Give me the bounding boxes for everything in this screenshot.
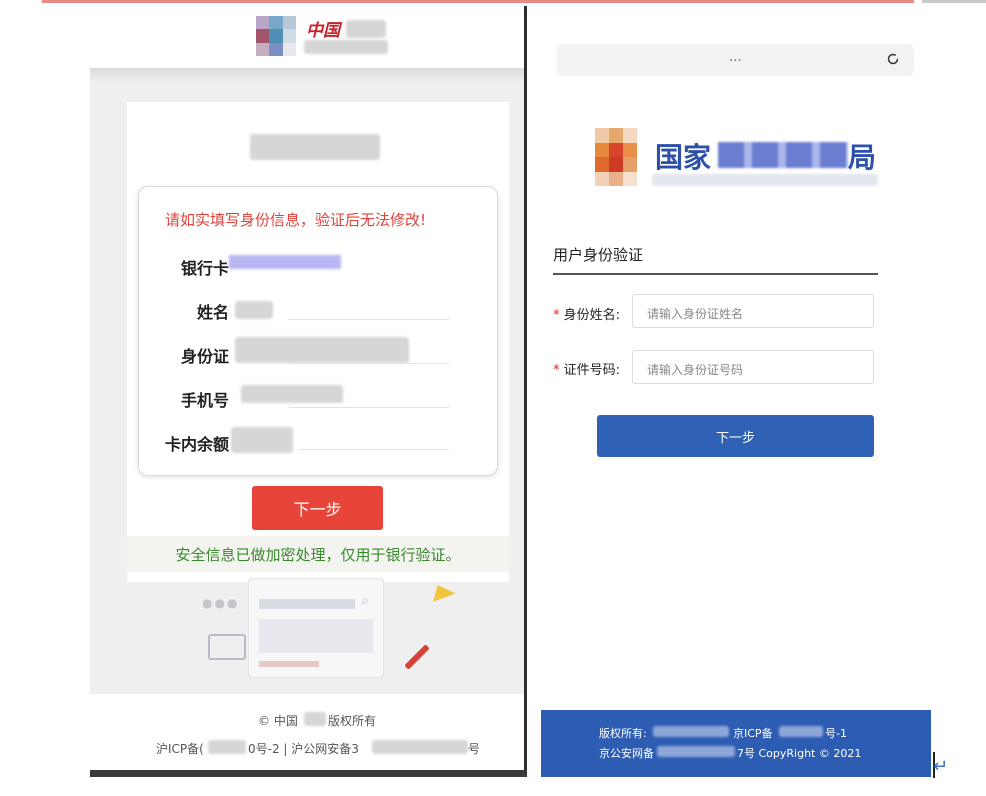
label-text: 身份姓名: [563, 308, 621, 323]
search-icon: ⌕ [361, 593, 369, 609]
gov-emblem-icon [595, 128, 637, 186]
field-label-bank-card: 银行卡 [180, 259, 229, 278]
logo-mosaic-icon [256, 16, 296, 56]
footer-hao: 号 [468, 742, 481, 756]
pencil-icon [404, 644, 430, 670]
browser-illustration: ⌕ [248, 578, 384, 678]
input-underline[interactable] [299, 449, 449, 450]
field-label-phone: 手机号 [180, 391, 229, 410]
left-brand-text: 中国 [306, 21, 340, 41]
field-label-id-card: 身份证 [180, 347, 229, 366]
dots-decoration: ●●● [202, 596, 240, 610]
left-frame-border [524, 6, 527, 776]
name-placeholder: 请输入身份证姓名 [647, 307, 744, 321]
redacted-subtitle [652, 174, 878, 186]
redacted-phone [241, 385, 343, 403]
footer-copyright: 版权所有: [599, 727, 647, 740]
input-underline[interactable] [289, 363, 449, 364]
required-mark: * [553, 308, 560, 323]
redacted-title [250, 134, 380, 160]
input-underline[interactable] [289, 407, 449, 408]
label-text: 证件号码: [563, 363, 621, 378]
redacted-balance [231, 427, 293, 453]
next-button-blue[interactable]: 下一步 [597, 415, 874, 457]
section-title: 用户身份验证 [553, 246, 644, 264]
header-shadow [90, 68, 526, 82]
redacted-name [235, 301, 273, 319]
illustration: ●●● ⌕ [194, 578, 456, 688]
footer-icp-suffix: 号-1 [825, 727, 847, 740]
id-number-placeholder: 请输入身份证号码 [647, 363, 744, 377]
footer-icp: 沪ICP备( [156, 742, 204, 756]
input-underline[interactable] [289, 319, 449, 320]
name-input[interactable]: 请输入身份证姓名 [632, 294, 874, 328]
field-label-name: * 身份姓名: [553, 304, 620, 323]
paper-plane-icon [428, 580, 456, 602]
left-header: 中国 [90, 6, 526, 68]
redacted-block [346, 20, 386, 38]
right-footer: 版权所有: 京ICP备 号-1 京公安网备 7号 CopyRight © 202… [541, 710, 931, 777]
next-button[interactable]: 下一步 [252, 486, 383, 530]
identity-form: 请如实填写身份信息，验证后无法修改! 银行卡 姓名 身份证 手机号 卡内余额 [138, 186, 498, 476]
footer-rights: 版权所有 [328, 714, 377, 728]
address-bar[interactable]: ... [557, 44, 914, 76]
section-divider [553, 273, 878, 275]
footer-police: 0号-2 | 沪公网安备3 [248, 742, 359, 756]
top-accent-line-gray [922, 0, 986, 3]
refresh-icon[interactable] [887, 50, 899, 65]
footer-police: 京公安网备 [599, 747, 654, 760]
left-footer: © 中国 版权所有 沪ICP备( 0号-2 | 沪公网安备3 号 [90, 694, 526, 776]
id-number-input[interactable]: 请输入身份证号码 [632, 350, 874, 384]
gov-title-suffix: 局 [848, 141, 877, 174]
footer-copyright: © 中国 [258, 714, 298, 728]
required-mark: * [553, 363, 560, 378]
field-label-id-number: * 证件号码: [553, 359, 620, 378]
left-phone-screen: 中国 请如实填写身份信息，验证后无法修改! 银行卡 姓名 身份证 手机号 卡内余… [90, 6, 526, 776]
field-label-balance: 卡内余额 [164, 435, 229, 454]
top-accent-line [42, 0, 914, 3]
warning-text: 请如实填写身份信息，验证后无法修改! [165, 211, 427, 229]
redacted-block [304, 40, 388, 54]
redacted-gov-name [718, 142, 848, 168]
field-label-name: 姓名 [196, 303, 229, 322]
return-arrow-icon: ↵ [933, 756, 949, 777]
redacted-id [235, 337, 409, 363]
footer-copyright-year: 7号 CopyRight © 2021 [737, 747, 862, 760]
address-text: ... [729, 50, 742, 65]
books-icon [208, 634, 246, 660]
left-logo [256, 16, 296, 56]
gov-title-prefix: 国家 [655, 141, 712, 174]
security-note: 安全信息已做加密处理，仅用于银行验证。 [127, 536, 509, 572]
left-frame-bottom [90, 770, 527, 777]
footer-icp: 京ICP备 [733, 727, 773, 740]
redacted-bank-card [229, 255, 341, 269]
